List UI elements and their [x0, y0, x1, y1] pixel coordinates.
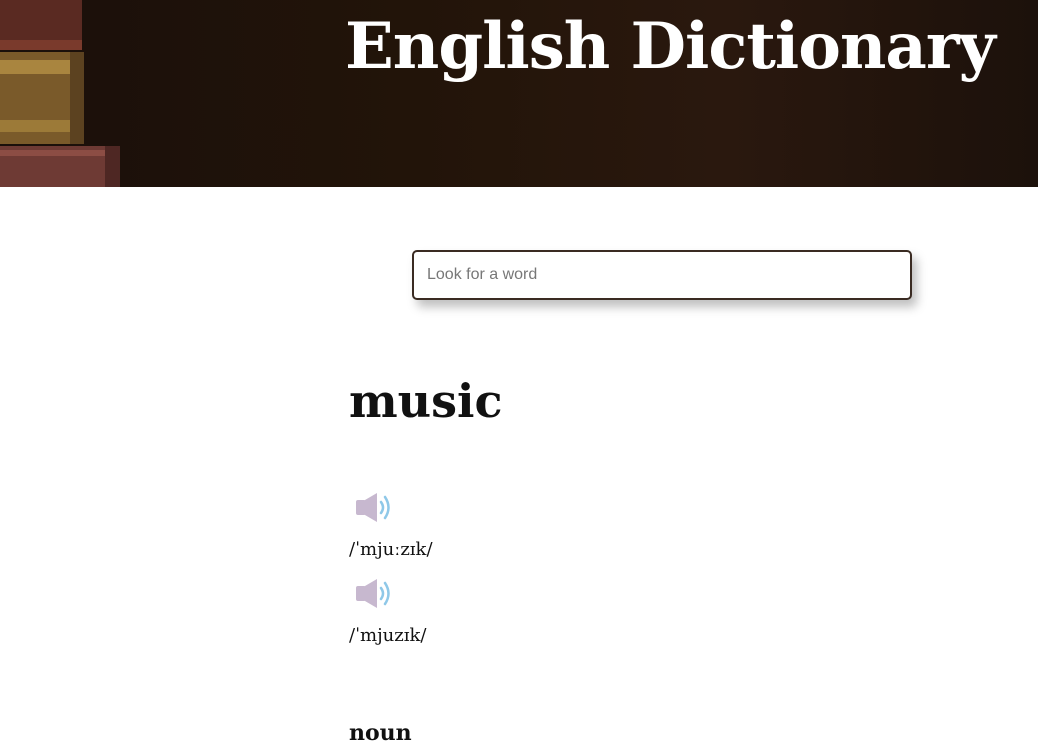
entry-word: music — [349, 374, 503, 428]
part-of-speech-heading: noun — [349, 720, 412, 746]
pronunciation-audio-button-1[interactable] — [353, 490, 397, 524]
speaker-icon — [356, 579, 390, 608]
phonetic-text-1: /ˈmjuːzɪk/ — [349, 539, 433, 560]
search-input[interactable] — [414, 252, 910, 298]
pronunciation-audio-button-2[interactable] — [353, 576, 397, 610]
books-image — [0, 0, 120, 187]
site-header: English Dictionary — [0, 0, 1038, 187]
phonetic-text-2: /ˈmjuzɪk/ — [349, 625, 427, 646]
site-title: English Dictionary — [345, 9, 996, 84]
speaker-icon — [356, 493, 390, 522]
search-box — [412, 250, 912, 300]
